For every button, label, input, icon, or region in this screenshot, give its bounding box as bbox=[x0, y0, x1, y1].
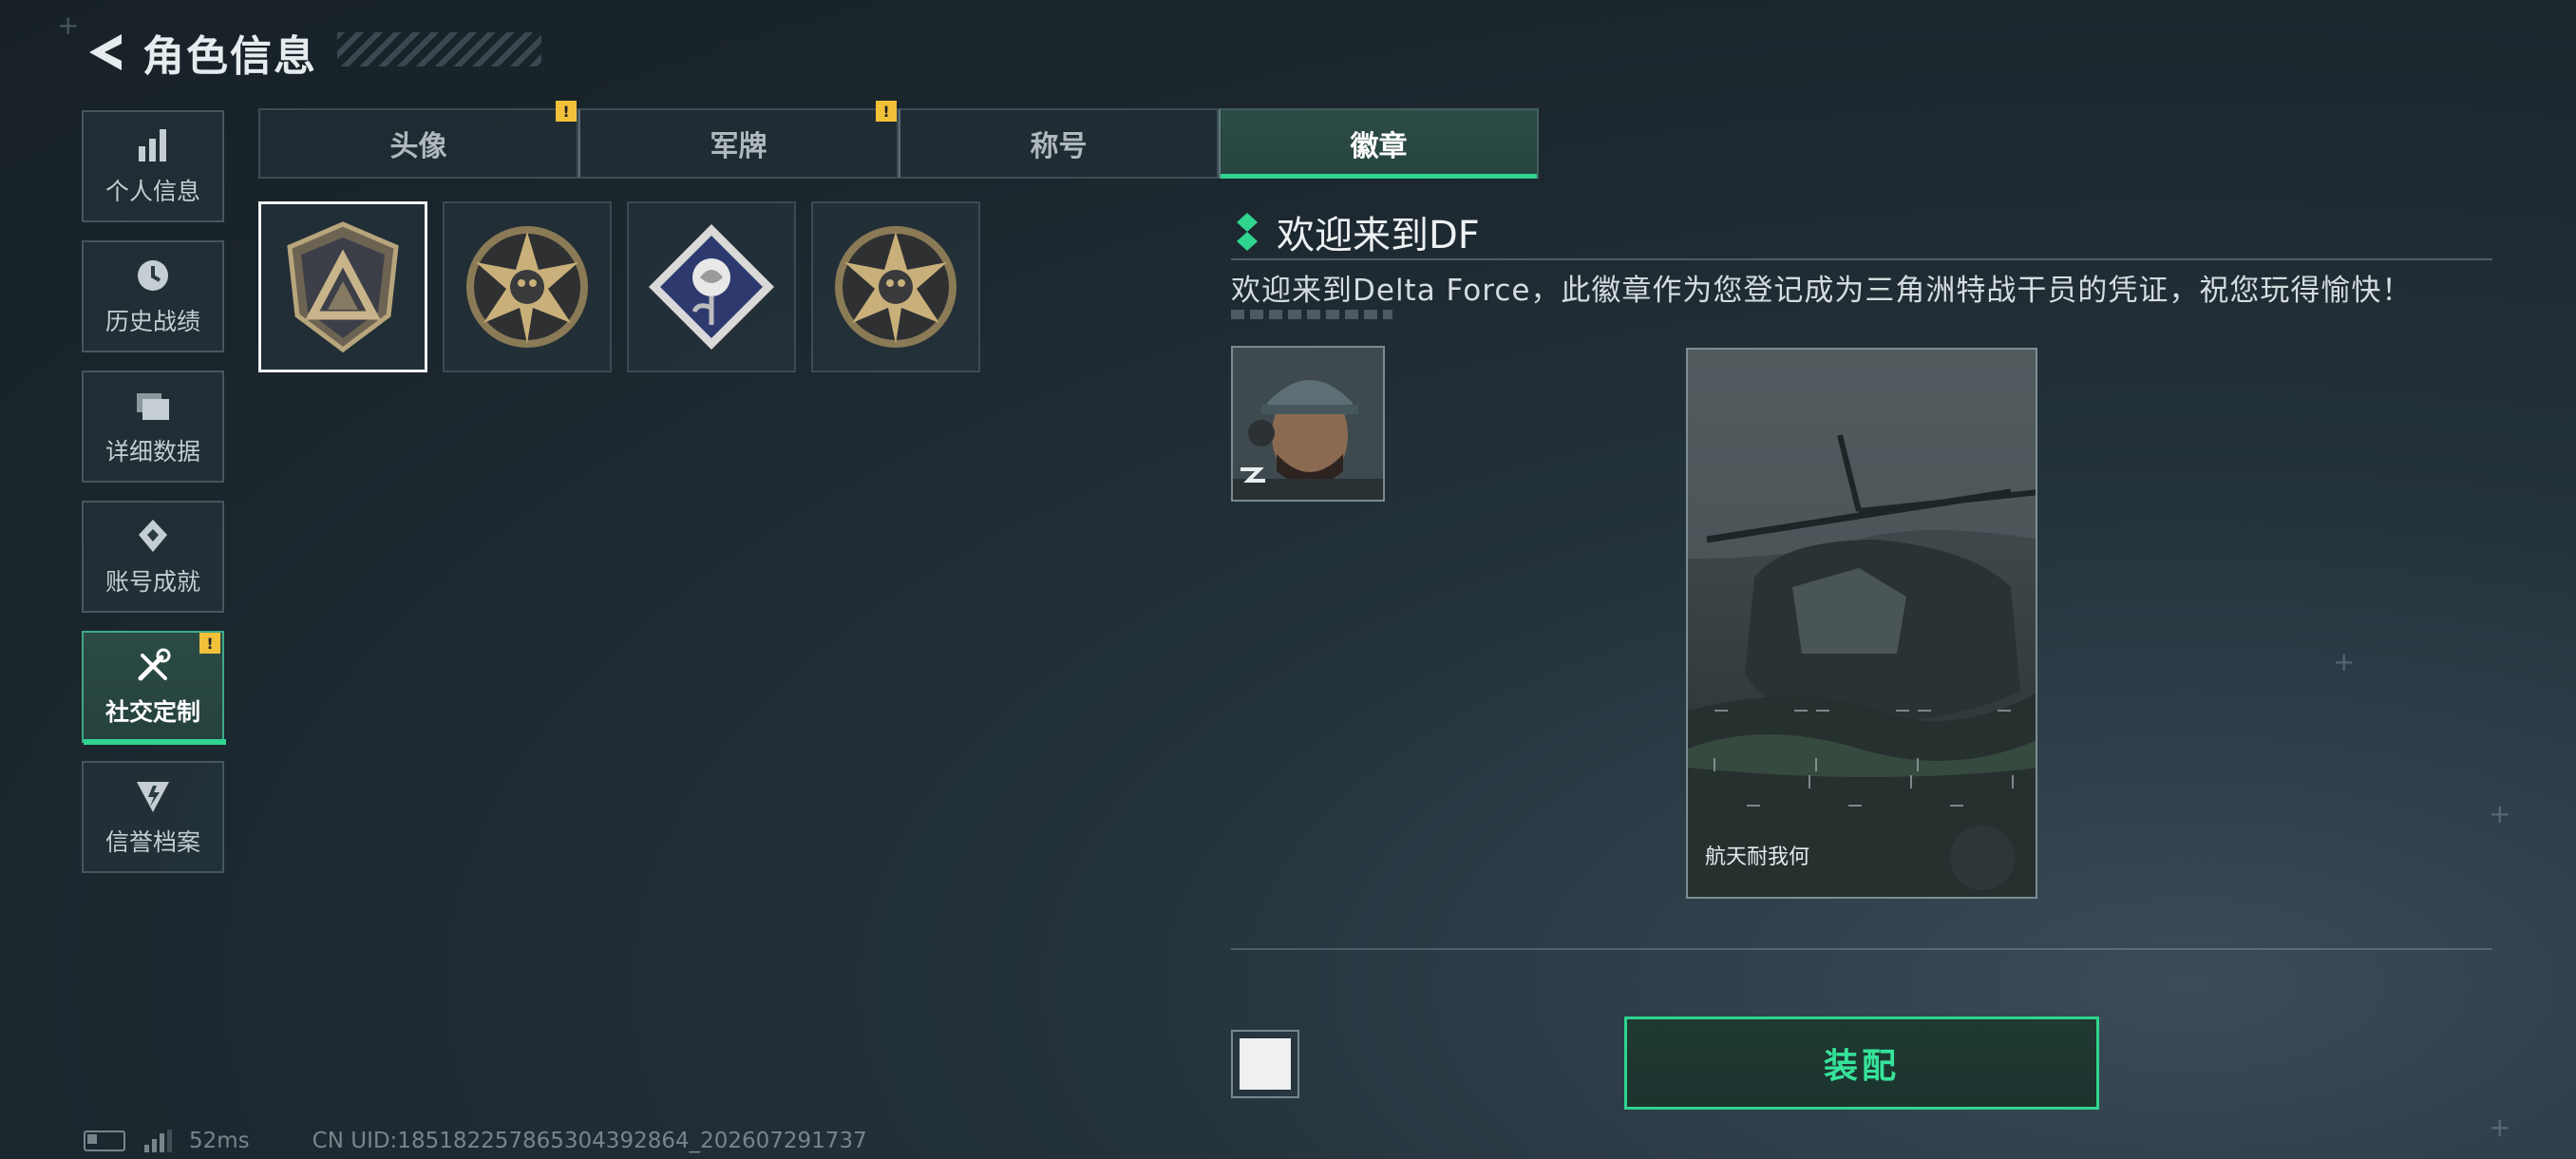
crosshair-decoration: + bbox=[57, 10, 80, 41]
badge-detail-header: 欢迎来到DF bbox=[1237, 204, 1480, 259]
sidebar-item-label: 信誉档案 bbox=[104, 828, 200, 856]
badge-title: 欢迎来到DF bbox=[1277, 214, 1480, 257]
crosshair-decoration: + bbox=[2489, 798, 2511, 829]
back-arrow-icon[interactable] bbox=[84, 30, 127, 74]
sidebar-item-label: 历史战绩 bbox=[104, 308, 200, 335]
avatar bbox=[1231, 346, 1385, 502]
ping-value: 52ms bbox=[189, 1129, 250, 1153]
badge-delta-shield[interactable] bbox=[258, 201, 427, 372]
equip-button[interactable]: 装配 bbox=[1624, 1016, 2099, 1110]
tab-title[interactable]: 称号 bbox=[899, 108, 1219, 179]
badge-description: 欢迎来到Delta Force，此徽章作为您登记成为三角洲特战干员的凭证，祝您玩… bbox=[1231, 274, 2413, 308]
badge-gold-star[interactable] bbox=[811, 201, 980, 372]
status-bar: 52ms CN UID:18518225786530439​2864_20260… bbox=[84, 1129, 867, 1153]
title-hatch-decoration bbox=[337, 32, 541, 66]
crosshair-decoration: + bbox=[2489, 1112, 2511, 1143]
sidebar-item-reputation[interactable]: 信誉档案 bbox=[82, 761, 224, 873]
sidebar-item-label: 账号成就 bbox=[104, 568, 200, 596]
sidebar-item-achievements[interactable]: 账号成就 bbox=[82, 501, 224, 613]
tab-label: 称号 bbox=[1030, 130, 1088, 163]
sidebar-item-label: 详细数据 bbox=[104, 438, 200, 466]
checkbox-fill bbox=[1240, 1038, 1291, 1090]
obtain-condition-blurred bbox=[1231, 310, 1392, 319]
crosshair-decoration: + bbox=[2333, 646, 2356, 677]
divider bbox=[1231, 948, 2492, 950]
helicopter-image-icon bbox=[1688, 350, 2036, 897]
badge-gold-star[interactable] bbox=[443, 201, 612, 372]
card-caption: 航天耐我何 bbox=[1705, 846, 1810, 869]
tab-avatar[interactable]: 头像 ! bbox=[258, 101, 578, 179]
tab-label: 头像 bbox=[389, 130, 447, 163]
tab-badge[interactable]: 徽章 bbox=[1219, 108, 1539, 179]
sidebar-item-social[interactable]: 社交定制 ! bbox=[82, 631, 226, 745]
folder-icon bbox=[137, 393, 169, 420]
tools-icon bbox=[138, 648, 171, 681]
tab-bar: 头像 ! 军牌 ! 称号 徽章 bbox=[258, 101, 1541, 179]
alert-badge: ! bbox=[556, 101, 577, 122]
gold-star-badge-icon bbox=[835, 226, 957, 348]
sidebar-item-history[interactable]: 历史战绩 bbox=[82, 240, 224, 352]
achievement-icon bbox=[139, 520, 167, 552]
reputation-icon bbox=[137, 782, 169, 812]
tab-dogtag[interactable]: 军牌 ! bbox=[578, 101, 899, 179]
operator-portrait-icon bbox=[1233, 348, 1383, 500]
alert-badge: ! bbox=[876, 101, 897, 122]
card-preview: 航天耐我何 bbox=[1686, 348, 2037, 899]
uid-text: CN UID:18518225786530439​2864_2026072917… bbox=[312, 1129, 867, 1153]
sidebar-item-details[interactable]: 详细数据 bbox=[82, 370, 224, 483]
diamond-marker-icon bbox=[1237, 213, 1258, 251]
battery-icon bbox=[84, 1130, 125, 1151]
badge-rose-diamond[interactable] bbox=[627, 201, 796, 372]
signal-icon bbox=[144, 1130, 172, 1152]
rose-badge-icon bbox=[649, 224, 774, 350]
page-title: 角色信息 bbox=[142, 32, 317, 81]
bar-chart-icon bbox=[139, 129, 166, 162]
alert-badge: ! bbox=[199, 633, 220, 654]
sidebar-item-label: 个人信息 bbox=[104, 178, 200, 205]
sidebar-item-label: 社交定制 bbox=[104, 698, 200, 726]
select-checkbox[interactable] bbox=[1231, 1030, 1299, 1098]
divider bbox=[1231, 258, 2492, 260]
shield-badge-icon bbox=[287, 221, 399, 353]
clock-icon bbox=[138, 260, 168, 291]
tab-label: 徽章 bbox=[1350, 130, 1408, 163]
gold-star-badge-icon bbox=[466, 226, 588, 348]
sidebar-item-profile[interactable]: 个人信息 bbox=[82, 110, 224, 222]
active-indicator bbox=[84, 739, 226, 745]
tab-label: 军牌 bbox=[710, 130, 767, 163]
page-header: 角色信息 bbox=[84, 21, 317, 84]
